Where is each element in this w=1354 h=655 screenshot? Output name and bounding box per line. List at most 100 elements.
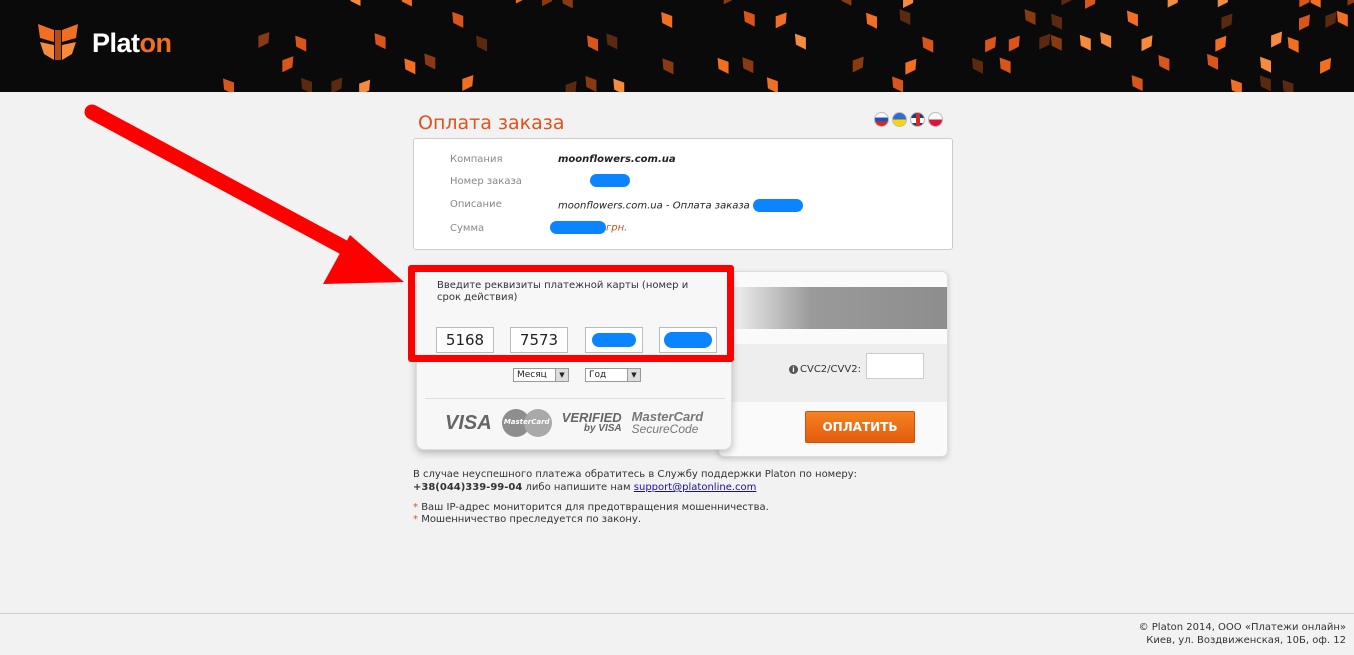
header-leaf [401, 0, 412, 7]
header-leaf [1217, 0, 1228, 8]
header-leaf [742, 57, 754, 74]
header-leaf [661, 12, 673, 29]
footer-address: Киев, ул. Воздвиженская, 10Б, оф. 12 [1146, 635, 1346, 646]
header-leaf [565, 80, 577, 92]
info-icon[interactable]: i [789, 365, 798, 374]
header-leaf [972, 57, 984, 74]
header-leaf [1141, 35, 1153, 52]
header-leaf [404, 58, 416, 75]
header-leaf [562, 0, 573, 9]
header-leaf [1282, 79, 1294, 92]
header-leaf [1085, 0, 1096, 9]
header-leaf [452, 11, 464, 28]
flag-pl-icon[interactable] [928, 112, 943, 127]
support-line: В случае неуспешного платежа обратитесь … [413, 469, 858, 480]
header-leaf [1039, 33, 1051, 50]
mastercard-logo: MasterCard [501, 409, 552, 437]
header-leaf [899, 9, 911, 26]
support-text: В случае неуспешного платежа обратитесь … [413, 468, 857, 494]
butterfly-logo-icon [38, 24, 78, 60]
order-number-redacted [590, 174, 630, 187]
highlight-box [408, 265, 734, 362]
chevron-down-icon: ▼ [627, 369, 640, 381]
header-leaf [613, 78, 625, 92]
header-leaf [1158, 55, 1170, 72]
header-leaf [476, 35, 488, 52]
description-value: moonflowers.com.ua - Оплата заказа [558, 199, 803, 212]
header-leaf [717, 57, 729, 74]
month-select[interactable]: Месяц ▼ [513, 368, 569, 382]
security-notes: * Ваш IP-адрес мониторится для предотвра… [413, 502, 769, 526]
chevron-down-icon: ▼ [555, 369, 568, 381]
header-leaf [852, 56, 864, 73]
header-leaf [1347, 0, 1354, 6]
support-middle-text: либо напишите нам [525, 482, 631, 493]
mastercard-securecode-logo: MasterCard SecureCode [631, 409, 704, 436]
header-leaf [350, 0, 361, 6]
header-leaf [282, 56, 294, 73]
header-leaf [1310, 0, 1321, 8]
header-leaf [1126, 10, 1138, 27]
company-value: moonflowers.com.ua [558, 154, 676, 165]
header-leaf [766, 77, 778, 92]
header-leaf [1024, 9, 1036, 26]
header-leaf-pattern [223, 0, 1354, 92]
header-leaf [892, 76, 904, 92]
header-leaf [1061, 0, 1072, 6]
order-number-label: Номер заказа [450, 176, 522, 187]
header-leaf [1287, 36, 1299, 53]
header-leaf [905, 58, 917, 75]
header-leaf [1336, 10, 1348, 27]
note-fraud: * Мошенничество преследуется по закону. [413, 514, 642, 525]
support-email-link[interactable]: support@platonline.com [634, 482, 757, 493]
flag-ru-icon[interactable] [874, 112, 889, 127]
cvc-input[interactable] [866, 353, 924, 379]
flag-gb-icon[interactable] [910, 112, 925, 127]
magnetic-stripe [719, 287, 947, 329]
description-label: Описание [450, 199, 502, 210]
footer: © Platon 2014, ООО «Платежи онлайн» Киев… [1139, 621, 1346, 647]
company-label: Компания [450, 154, 503, 165]
order-info-panel: Компания moonflowers.com.ua Номер заказа… [413, 138, 953, 250]
header-leaf [1051, 13, 1063, 30]
header-leaf [424, 53, 436, 70]
header-leaf [1215, 35, 1227, 52]
header-leaf [1008, 35, 1020, 52]
header-leaf [331, 77, 343, 92]
pay-button[interactable]: ОПЛАТИТЬ [805, 411, 915, 443]
header-leaf [542, 0, 553, 7]
divider [425, 398, 725, 399]
flag-ua-icon[interactable] [892, 112, 907, 127]
platon-logo[interactable]: Platon [36, 22, 172, 64]
header-leaf [258, 31, 270, 48]
header-leaf [1050, 34, 1062, 51]
amount-value: грн. [550, 221, 627, 234]
header-leaf [1299, 0, 1310, 8]
header-leaf [999, 57, 1011, 74]
header-leaf [922, 36, 934, 53]
header-leaf [662, 58, 674, 75]
header-leaf [1167, 0, 1178, 8]
header-leaf [1207, 53, 1219, 70]
header-leaf [359, 79, 371, 92]
header-leaf [1131, 75, 1143, 92]
header-leaf [743, 10, 755, 27]
header-leaf [1259, 75, 1271, 92]
header-leaf [606, 33, 618, 50]
header-leaf [866, 12, 878, 29]
header-leaf [1299, 14, 1311, 31]
header-leaf [903, 0, 914, 9]
cvc-label: i CVC2/CVV2: [789, 364, 861, 375]
payment-brands: VISA MasterCard VERIFIED by VISA MasterC… [445, 406, 715, 440]
year-select[interactable]: Год ▼ [585, 368, 641, 382]
header-leaf [841, 0, 852, 6]
header-leaf [587, 35, 599, 52]
header-leaf [1320, 57, 1332, 74]
header-leaf [985, 36, 997, 53]
header-leaf [1079, 34, 1091, 51]
header-leaf [1325, 11, 1337, 28]
header-leaf [1271, 31, 1283, 48]
header-leaf [462, 75, 474, 92]
visa-logo: VISA [445, 411, 492, 434]
amount-label: Сумма [450, 223, 485, 234]
